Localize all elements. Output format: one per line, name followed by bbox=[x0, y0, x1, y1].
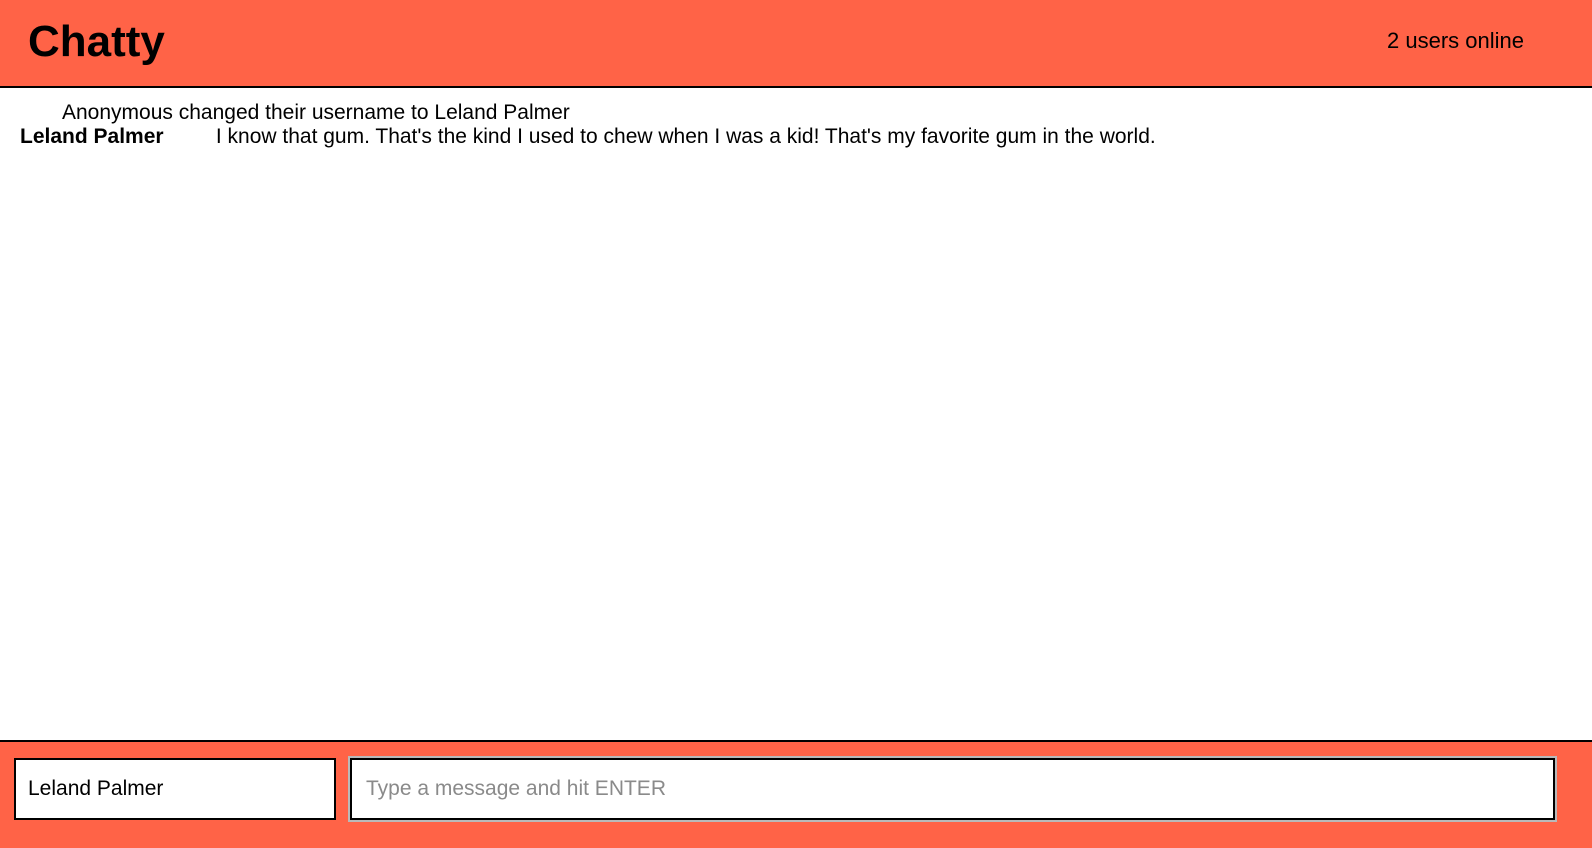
chat-app: Chatty 2 users online Anonymous changed … bbox=[0, 0, 1592, 848]
chat-bar bbox=[0, 740, 1592, 848]
users-online-count: 2 users online bbox=[1387, 28, 1524, 53]
message-username: Leland Palmer bbox=[20, 125, 164, 148]
app-title[interactable]: Chatty bbox=[28, 16, 165, 68]
chat-message: Leland Palmer I know that gum. That's th… bbox=[20, 124, 1156, 150]
username-input[interactable] bbox=[14, 758, 336, 820]
navbar: Chatty 2 users online bbox=[0, 0, 1592, 88]
message-list[interactable]: Anonymous changed their username to Lela… bbox=[0, 88, 1592, 740]
message-content: I know that gum. That's the kind I used … bbox=[215, 125, 1156, 148]
system-message: Anonymous changed their username to Lela… bbox=[62, 101, 570, 124]
message-input[interactable] bbox=[350, 758, 1555, 820]
